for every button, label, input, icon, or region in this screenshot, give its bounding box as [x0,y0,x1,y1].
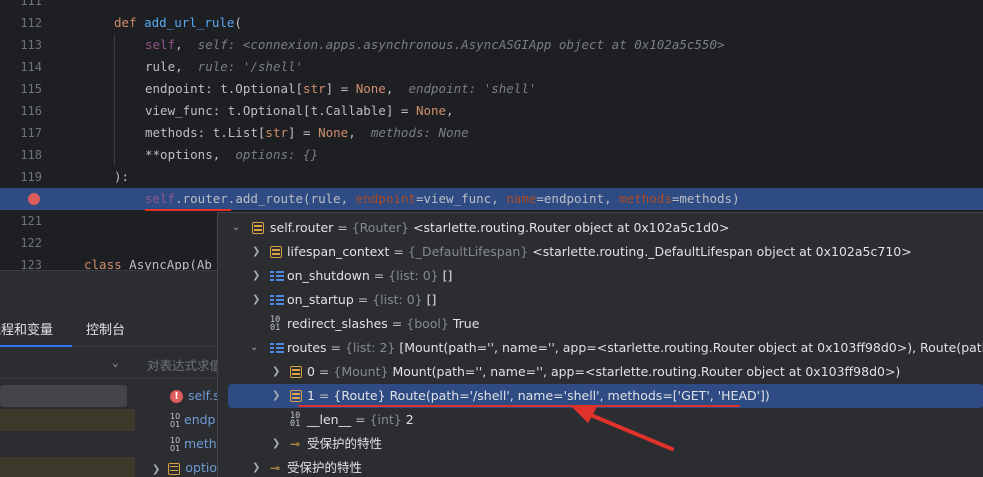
code-text: view_func: t.Optional[t.Callable] = None… [145,103,454,118]
number-icon: 10 01 [270,315,281,333]
code-text: methods: t.List[str] = None, methods: No… [145,125,469,140]
frame-item[interactable] [0,409,135,431]
tree-node-lifespan-context[interactable]: ❯ lifespan_context = {_DefaultLifespan} … [218,240,983,264]
line-number: 121 [20,214,42,228]
key-icon: ⊸ [270,461,281,475]
inline-value-hint: endpoint: 'shell' [408,81,537,96]
code-line-111[interactable]: 111 [0,0,983,12]
tree-node-protected-attrs-outer[interactable]: ❯ ⊸ 受保护的特性 [218,456,983,477]
chevron-right-icon[interactable]: ❯ [252,240,260,264]
chevron-right-icon[interactable]: ❯ [252,456,260,477]
chevron-right-icon[interactable]: ❯ [272,384,280,408]
tree-node-on-shutdown[interactable]: ❯ on_shutdown = {list: 0} [] [218,264,983,288]
line-number: 118 [20,148,42,162]
tree-node-redirect-slashes[interactable]: 10 01 redirect_slashes = {bool} True [218,312,983,336]
code-text: ): [114,169,130,184]
variable-row[interactable]: 10 01 endp [170,409,215,431]
line-number: 119 [20,170,42,184]
chevron-right-icon[interactable]: ❯ [252,288,260,312]
object-icon [270,240,282,264]
inline-value-hint: methods: None [370,125,469,140]
execution-point-line[interactable]: self.router.add_route(rule, endpoint=vie… [0,188,983,210]
chevron-down-icon[interactable]: ⌄ [250,336,258,360]
tab-console[interactable]: 控制台 [86,315,125,347]
variable-row[interactable]: ! self.s [170,385,220,407]
chevron-right-icon[interactable]: ❯ [152,464,160,475]
annotation-arrow-icon [572,405,674,451]
tab-threads-variables[interactable]: 线程和变量 [0,315,72,347]
code-line-114[interactable]: 114 rule, rule: '/shell' [0,56,983,78]
code-line-112[interactable]: 112 def add_url_rule( [0,12,983,34]
line-number: 117 [20,126,42,140]
code-line-115[interactable]: 115 endpoint: t.Optional[str] = None, en… [0,78,983,100]
chevron-right-icon[interactable]: ❯ [272,360,280,384]
tree-node-route-0[interactable]: ❯ 0 = {Mount} Mount(path='', name='', ap… [218,360,983,384]
code-text: endpoint: t.Optional[str] = None, endpoi… [145,81,537,96]
tree-node-on-startup[interactable]: ❯ on_startup = {list: 0} [] [218,288,983,312]
code-text: self, self: <connexion.apps.asynchronous… [145,37,725,52]
inline-value-hint: options: {} [235,147,319,162]
list-icon [270,336,284,360]
chevron-right-icon[interactable]: ❯ [272,432,280,456]
variable-row[interactable]: ❯ optio [152,457,217,477]
number-icon: 10 01 [170,435,181,453]
variable-row[interactable]: 10 01 meth [170,433,217,455]
object-icon [290,360,302,384]
line-number: 113 [20,38,42,52]
code-text: self.router.add_route(rule, endpoint=vie… [145,191,740,206]
frame-item[interactable] [0,433,135,455]
number-icon: 10 01 [290,411,301,429]
object-icon [168,462,181,475]
number-icon: 10 01 [170,411,181,429]
breakpoint-icon[interactable] [28,193,40,205]
frames-list [0,379,135,477]
code-line-118[interactable]: 118 **options, options: {} [0,144,983,166]
code-line-113[interactable]: 113 self, self: <connexion.apps.asynchro… [0,34,983,56]
line-number: 115 [20,82,42,96]
tree-node-routes[interactable]: ⌄ routes = {list: 2} [Mount(path='', nam… [218,336,983,360]
tree-node-self-router[interactable]: ⌄ self.router = {Router} <starlette.rout… [218,216,983,240]
frame-item[interactable] [0,385,127,407]
line-number: 111 [20,0,42,8]
frame-item[interactable] [0,457,135,477]
object-icon [252,216,264,240]
line-number: 122 [20,236,42,250]
evaluate-expression-field[interactable]: 对表达式求值 [147,355,222,374]
code-line-117[interactable]: 117 methods: t.List[str] = None, methods… [0,122,983,144]
inline-value-hint: self: <connexion.apps.asynchronous.Async… [197,37,725,52]
code-line-119[interactable]: 119 ): [0,166,983,188]
line-number: 112 [20,16,42,30]
code-text: def add_url_rule( [114,15,242,30]
chevron-down-icon[interactable]: ⌄ [232,216,240,240]
line-number: 114 [20,60,42,74]
list-icon [270,264,284,288]
chevron-down-icon[interactable]: ⌄ [112,356,119,369]
list-icon [270,288,284,312]
inline-value-hint: rule: '/shell' [197,59,304,74]
code-line-116[interactable]: 116 view_func: t.Optional[t.Callable] = … [0,100,983,122]
code-text: rule, rule: '/shell' [145,59,304,74]
error-icon: ! [170,390,183,403]
line-number: 116 [20,104,42,118]
key-icon: ⊸ [290,437,301,451]
chevron-right-icon[interactable]: ❯ [252,264,260,288]
code-text: **options, options: {} [145,147,319,162]
